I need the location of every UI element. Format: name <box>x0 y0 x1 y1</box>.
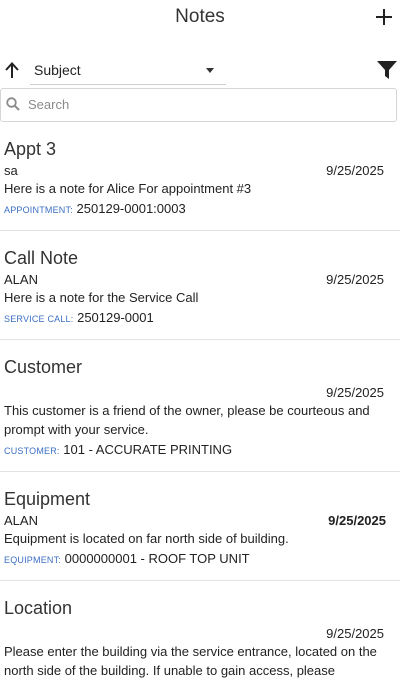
filter-button[interactable] <box>376 60 398 80</box>
note-reference: APPOINTMENT: 250129-0001:0003 <box>4 201 396 218</box>
note-meta: 9/25/2025 <box>4 621 396 641</box>
note-author: ALAN <box>4 272 38 287</box>
notes-list: Appt 3 sa 9/25/2025 Here is a note for A… <box>0 122 400 692</box>
search-icon <box>6 97 20 111</box>
plus-icon <box>376 9 392 25</box>
page-title: Notes <box>175 6 225 27</box>
sort-field-select[interactable]: Subject <box>30 58 226 85</box>
note-meta: 9/25/2025 <box>4 380 396 400</box>
note-title: Equipment <box>4 489 91 509</box>
note-reference: CUSTOMER: 101 - ACCURATE PRINTING <box>4 442 396 459</box>
note-reference-value: 101 - ACCURATE PRINTING <box>63 442 233 457</box>
note-reference-label: SERVICE CALL: <box>4 314 74 324</box>
note-item[interactable]: Customer 9/25/2025 This customer is a fr… <box>0 340 400 472</box>
note-body: Here is a note for Alice For appointment… <box>4 181 252 196</box>
note-item[interactable]: Location 9/25/2025 Please enter the buil… <box>0 581 400 692</box>
note-date: 9/25/2025 <box>328 513 386 528</box>
chevron-down-icon <box>206 68 214 73</box>
note-body: Here is a note for the Service Call <box>4 290 199 305</box>
note-item[interactable]: Equipment ALAN 9/25/2025 Equipment is lo… <box>0 472 400 581</box>
sort-field-value: Subject <box>34 62 81 78</box>
note-reference-value: 250129-0001:0003 <box>76 201 186 216</box>
note-body: This customer is a friend of the owner, … <box>4 403 370 437</box>
note-date: 9/25/2025 <box>326 272 384 287</box>
note-meta: ALAN 9/25/2025 <box>4 512 396 528</box>
note-body: Please enter the building via the servic… <box>4 644 377 678</box>
note-date: 9/25/2025 <box>326 163 384 178</box>
note-date: 9/25/2025 <box>326 385 384 400</box>
note-reference-label: APPOINTMENT: <box>4 205 73 215</box>
note-reference-label: EQUIPMENT: <box>4 555 62 565</box>
note-reference-label: CUSTOMER: <box>4 446 60 456</box>
note-title: Appt 3 <box>4 139 57 159</box>
search-input[interactable] <box>28 94 358 114</box>
note-reference: SERVICE CALL: 250129-0001 <box>4 310 396 327</box>
note-title: Call Note <box>4 248 79 268</box>
note-meta: ALAN 9/25/2025 <box>4 271 396 287</box>
note-reference: EQUIPMENT: 0000000001 - ROOF TOP UNIT <box>4 551 396 568</box>
note-reference-value: 250129-0001 <box>77 310 154 325</box>
note-title: Customer <box>4 357 83 377</box>
add-note-button[interactable] <box>374 4 394 28</box>
filter-funnel-icon <box>377 61 397 79</box>
note-item[interactable]: Appt 3 sa 9/25/2025 Here is a note for A… <box>0 122 400 231</box>
note-title: Location <box>4 598 73 618</box>
app-header: Notes <box>0 0 400 36</box>
note-item[interactable]: Call Note ALAN 9/25/2025 Here is a note … <box>0 231 400 340</box>
arrow-up-icon <box>5 62 19 78</box>
sort-direction-button[interactable] <box>4 61 20 79</box>
note-body: Equipment is located on far north side o… <box>4 531 289 546</box>
note-author: sa <box>4 163 18 178</box>
note-author: ALAN <box>4 513 38 528</box>
sort-toolbar: Subject <box>0 36 400 88</box>
note-date: 9/25/2025 <box>326 626 384 641</box>
search-box <box>0 88 397 122</box>
note-reference-value: 0000000001 - ROOF TOP UNIT <box>64 551 250 566</box>
note-meta: sa 9/25/2025 <box>4 162 396 178</box>
